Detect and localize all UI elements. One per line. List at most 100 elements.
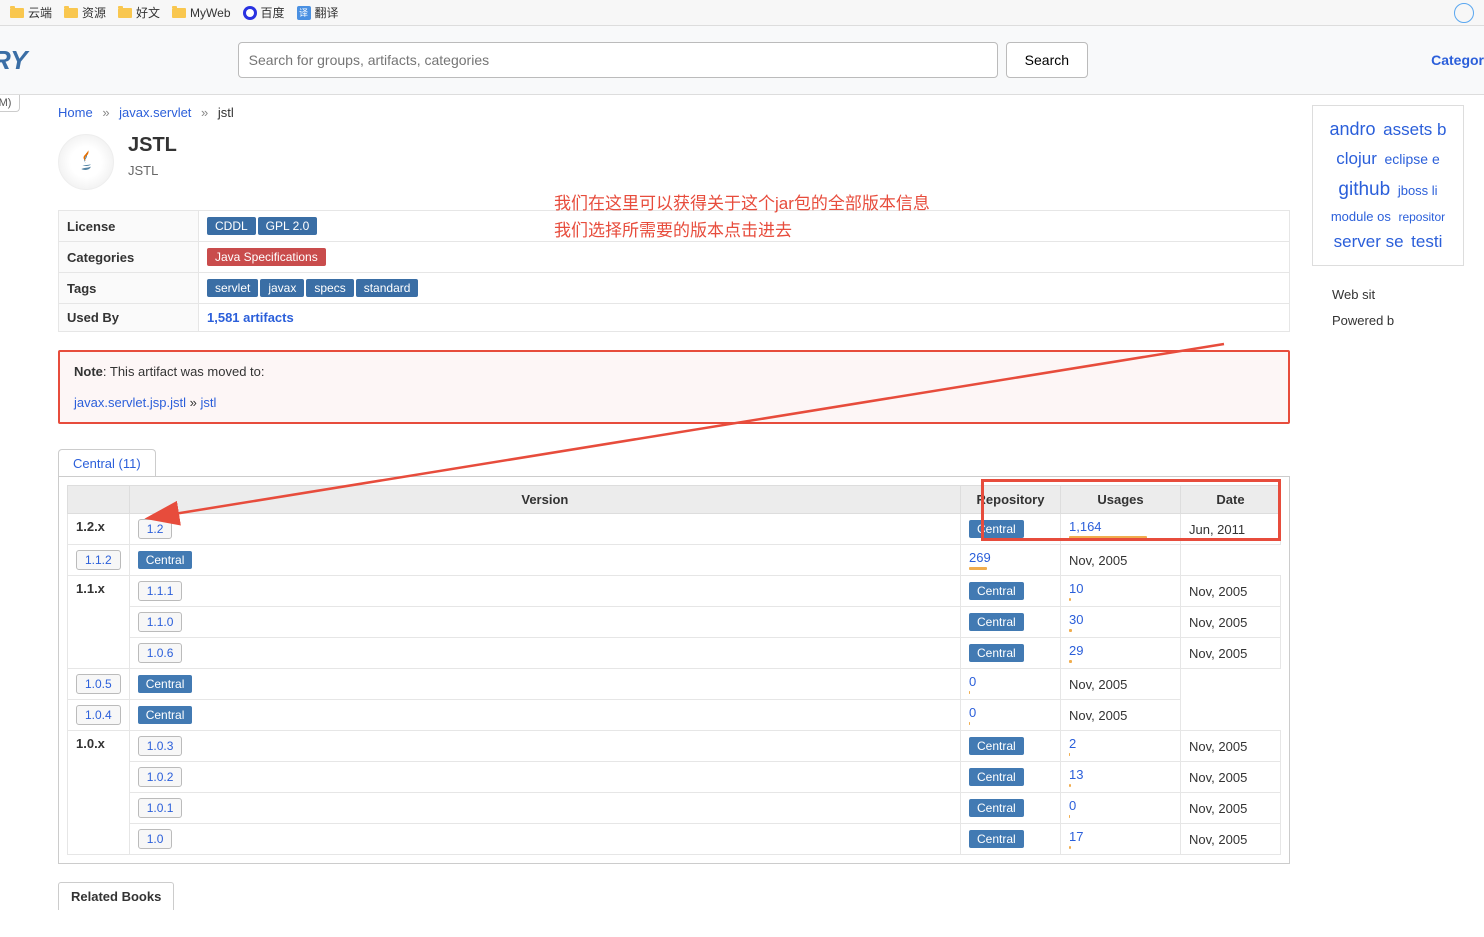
artifact-title: JSTL (128, 134, 177, 157)
repo-cell: Central (129, 545, 960, 576)
tag-cloud-link[interactable]: andro (1330, 119, 1376, 139)
usage-bar (969, 722, 970, 725)
breadcrumb-artifact: jstl (218, 105, 234, 120)
usedby-link[interactable]: 1,581 artifacts (207, 310, 294, 325)
repo-chip[interactable]: Central (969, 613, 1024, 631)
repo-cell: Central (129, 700, 960, 731)
tag-cloud-link[interactable]: server se (1334, 232, 1404, 251)
tag-badge[interactable]: specs (306, 279, 353, 297)
version-cell: 1.1.1 (129, 576, 960, 607)
th-date: Date (1181, 486, 1281, 514)
version-cell: 1.1.0 (129, 607, 960, 638)
usages-link[interactable]: 0 (1069, 798, 1076, 813)
tag-badge[interactable]: standard (356, 279, 419, 297)
tag-cloud-link[interactable]: github (1338, 179, 1390, 200)
bookmark-item[interactable]: 云端 (10, 4, 52, 21)
repo-chip[interactable]: Central (969, 582, 1024, 600)
baidu-icon (243, 6, 257, 20)
profile-icon[interactable] (1454, 3, 1474, 23)
usages-link[interactable]: 1,164 (1069, 519, 1102, 534)
usages-link[interactable]: 0 (969, 674, 976, 689)
repo-chip[interactable]: Central (969, 644, 1024, 662)
version-link[interactable]: 1.0.3 (138, 736, 183, 756)
breadcrumb-home[interactable]: Home (58, 105, 93, 120)
usages-link[interactable]: 17 (1069, 829, 1083, 844)
table-row: 1.1.0 Central 30 Nov, 2005 (68, 607, 1281, 638)
bookmark-item[interactable]: 好文 (118, 4, 160, 21)
version-link[interactable]: 1.2 (138, 519, 173, 539)
date-cell: Nov, 2005 (1181, 607, 1281, 638)
repo-chip[interactable]: Central (969, 520, 1024, 538)
version-link[interactable]: 1.0.6 (138, 643, 183, 663)
tag-cloud-link[interactable]: repositor (1398, 210, 1445, 224)
version-link[interactable]: 1.0 (138, 829, 173, 849)
version-link[interactable]: 1.1.0 (138, 612, 183, 632)
usage-bar (1069, 784, 1071, 787)
table-row: 1.1.2Central269Nov, 2005 (68, 545, 1281, 576)
usages-link[interactable]: 13 (1069, 767, 1083, 782)
tag-cloud-link[interactable]: testi (1411, 232, 1442, 251)
bookmark-item[interactable]: 百度 (243, 4, 285, 21)
version-link[interactable]: 1.0.1 (138, 798, 183, 818)
repo-cell: Central (961, 731, 1061, 762)
bookmark-item[interactable]: 资源 (64, 4, 106, 21)
usages-cell: 17 (1061, 824, 1181, 855)
date-cell: Jun, 2011 (1181, 514, 1281, 545)
license-badge[interactable]: CDDL (207, 217, 256, 235)
usages-link[interactable]: 269 (969, 550, 991, 565)
repo-cell: Central (961, 824, 1061, 855)
bookmark-item[interactable]: 译翻译 (297, 4, 339, 21)
usages-link[interactable]: 2 (1069, 736, 1076, 751)
repo-chip[interactable]: Central (138, 675, 193, 693)
tag-cloud-link[interactable]: eclipse e (1384, 151, 1439, 167)
search-input[interactable] (238, 42, 998, 78)
repo-chip[interactable]: Central (138, 551, 193, 569)
date-cell: Nov, 2005 (1181, 793, 1281, 824)
version-group: 1.2.x (68, 514, 130, 545)
tag-cloud: andro assets b clojur eclipse e github j… (1312, 105, 1464, 266)
breadcrumb-group[interactable]: javax.servlet (119, 105, 191, 120)
repo-chip[interactable]: Central (969, 830, 1024, 848)
usages-cell: 13 (1061, 762, 1181, 793)
usage-bar (1069, 815, 1070, 818)
category-badge[interactable]: Java Specifications (207, 248, 326, 266)
repo-chip[interactable]: Central (969, 768, 1024, 786)
version-cell: 1.1.2 (68, 545, 130, 576)
version-cell: 1.0.2 (129, 762, 960, 793)
tag-cloud-link[interactable]: clojur (1336, 149, 1377, 168)
usages-link[interactable]: 0 (969, 705, 976, 720)
tag-badge[interactable]: servlet (207, 279, 258, 297)
version-link[interactable]: 1.1.1 (138, 581, 183, 601)
moved-artifact-link[interactable]: jstl (200, 395, 216, 410)
tag-cloud-link[interactable]: jboss li (1398, 183, 1438, 198)
usages-link[interactable]: 29 (1069, 643, 1083, 658)
moved-group-link[interactable]: javax.servlet.jsp.jstl (74, 395, 186, 410)
usage-bar (1069, 846, 1071, 849)
category-link[interactable]: Categor (1431, 52, 1484, 68)
repo-chip[interactable]: Central (969, 799, 1024, 817)
usages-link[interactable]: 30 (1069, 612, 1083, 627)
version-link[interactable]: 1.0.5 (76, 674, 121, 694)
th-group (68, 486, 130, 514)
site-logo[interactable]: RY (0, 45, 28, 76)
version-link[interactable]: 1.0.2 (138, 767, 183, 787)
tab-body: Version Repository Usages Date 1.2.x1.2C… (58, 476, 1290, 864)
date-cell: Nov, 2005 (1181, 638, 1281, 669)
search-button[interactable]: Search (1006, 42, 1088, 78)
tag-cloud-link[interactable]: module os (1331, 209, 1391, 224)
usages-link[interactable]: 10 (1069, 581, 1083, 596)
footer-powered: Powered b (1332, 308, 1464, 334)
version-link[interactable]: 1.0.4 (76, 705, 121, 725)
license-badge[interactable]: GPL 2.0 (258, 217, 318, 235)
repo-chip[interactable]: Central (969, 737, 1024, 755)
repo-chip[interactable]: Central (138, 706, 193, 724)
date-cell: Nov, 2005 (1061, 700, 1181, 731)
tab-central[interactable]: Central (11) (58, 449, 156, 477)
related-books-header: Related Books (58, 882, 174, 910)
bookmark-item[interactable]: MyWeb (172, 4, 230, 21)
tags-label: Tags (59, 273, 199, 304)
version-link[interactable]: 1.1.2 (76, 550, 121, 570)
tag-cloud-link[interactable]: assets b (1383, 120, 1446, 139)
tag-badge[interactable]: javax (260, 279, 304, 297)
note-label: Note (74, 364, 103, 379)
